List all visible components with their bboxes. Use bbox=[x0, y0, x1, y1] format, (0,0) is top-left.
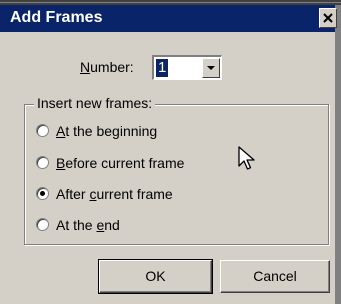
radio-label[interactable]: At the beginning bbox=[56, 121, 157, 141]
close-icon bbox=[323, 13, 333, 23]
radio-label[interactable]: After current frame bbox=[56, 184, 173, 204]
radio-indicator[interactable] bbox=[36, 187, 49, 200]
number-label: Number: bbox=[80, 59, 134, 75]
close-button[interactable] bbox=[319, 8, 337, 28]
dialog-title: Add Frames bbox=[10, 9, 103, 26]
dialog-titlebar[interactable]: Add Frames bbox=[0, 5, 337, 32]
radio-indicator[interactable] bbox=[36, 124, 49, 137]
insert-frames-group-label: Insert new frames: bbox=[34, 94, 156, 112]
ok-button[interactable]: OK bbox=[98, 259, 213, 294]
chevron-down-icon bbox=[207, 66, 215, 70]
radio-indicator[interactable] bbox=[36, 218, 49, 231]
window-right-edge bbox=[335, 5, 341, 304]
radio-label[interactable]: Before current frame bbox=[56, 153, 184, 173]
radio-label[interactable]: At the end bbox=[56, 215, 120, 235]
cancel-button[interactable]: Cancel bbox=[220, 260, 330, 293]
number-combobox[interactable]: 1 bbox=[152, 55, 222, 80]
number-value[interactable]: 1 bbox=[156, 59, 169, 77]
mouse-pointer-icon bbox=[238, 146, 255, 170]
radio-indicator[interactable] bbox=[36, 156, 49, 169]
number-dropdown-button[interactable] bbox=[202, 58, 220, 78]
